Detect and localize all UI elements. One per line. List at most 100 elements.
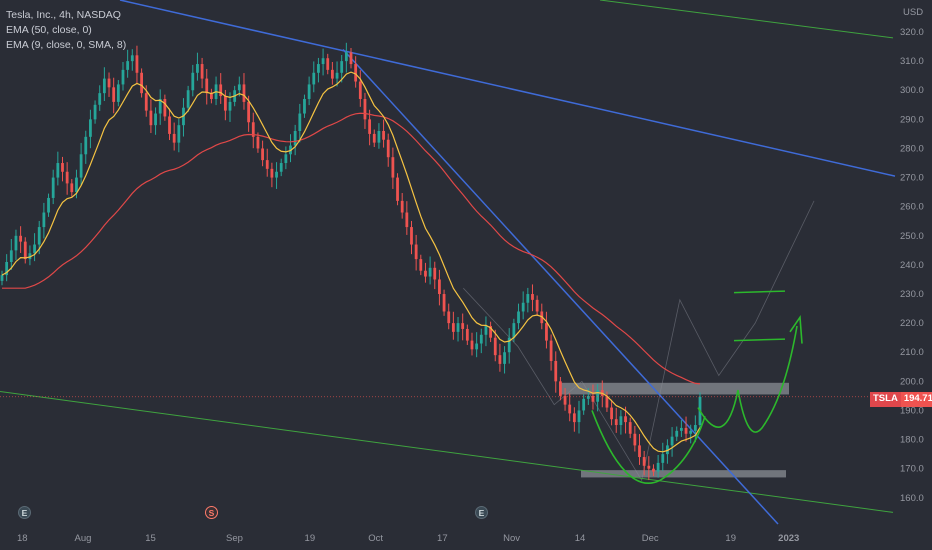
candle: [684, 416, 688, 442]
time-tick-label: 19: [305, 533, 316, 544]
candle: [456, 317, 460, 342]
candle-body: [628, 422, 632, 434]
candle: [84, 130, 88, 164]
candle: [312, 61, 316, 93]
candle-body: [689, 430, 693, 434]
candle-body: [51, 177, 55, 198]
candle-body: [196, 64, 199, 73]
candle-body: [261, 148, 264, 161]
split-event-icon[interactable]: S: [205, 506, 218, 519]
candle: [633, 425, 637, 452]
candle: [289, 134, 292, 163]
time-tick-label: 14: [575, 533, 586, 544]
candle-body: [391, 157, 395, 178]
candle: [121, 62, 125, 91]
candle: [582, 394, 586, 415]
candle-body: [517, 311, 520, 324]
candle-body: [149, 110, 153, 126]
candle: [438, 269, 441, 306]
ema50-line: [2, 112, 701, 385]
candle-body: [298, 113, 302, 131]
candle: [661, 442, 665, 471]
candle: [535, 295, 539, 316]
candle: [391, 147, 395, 189]
candle-body: [84, 136, 88, 155]
candle-body: [307, 84, 311, 99]
candle: [275, 162, 278, 189]
candle: [154, 107, 157, 135]
candle: [130, 49, 134, 71]
candle-body: [23, 241, 27, 260]
candle: [410, 220, 413, 255]
time-tick-label: 17: [437, 533, 448, 544]
candle: [14, 229, 18, 260]
candle: [284, 146, 288, 170]
price-chart[interactable]: USD 160.0 170.0 180.0 190.0 200.0 210.0 220.0 23…: [0, 0, 932, 550]
candle: [605, 391, 609, 412]
time-tick-label: 2023: [778, 533, 799, 544]
earnings-event-icon[interactable]: E: [18, 506, 31, 519]
candle-body: [610, 407, 613, 420]
candle-body: [563, 395, 567, 405]
candle-body: [559, 381, 562, 396]
candle: [354, 56, 358, 88]
candle: [293, 124, 297, 156]
candle: [358, 70, 362, 107]
time-tick-label: 18: [17, 533, 28, 544]
candle-body: [130, 55, 134, 62]
price-tick-label: 280.0: [900, 143, 924, 154]
candle-body: [312, 72, 316, 85]
price-tick-label: 230.0: [900, 289, 924, 300]
time-tick-label: Sep: [226, 533, 243, 544]
time-tick-label: 15: [145, 533, 156, 544]
candle: [610, 399, 613, 426]
candle-body: [377, 131, 381, 143]
candle: [158, 89, 162, 125]
candle: [51, 169, 55, 205]
candle-body: [368, 119, 372, 134]
candle-body: [140, 72, 143, 94]
candle: [568, 393, 572, 422]
time-tick-label: 19: [725, 533, 736, 544]
candle-body: [531, 294, 534, 300]
candle: [107, 72, 111, 97]
candle: [465, 324, 469, 345]
candle: [396, 173, 399, 206]
candle: [372, 129, 376, 148]
candle-body: [614, 419, 618, 426]
candle: [507, 328, 511, 364]
price-tick-label: 270.0: [900, 173, 924, 184]
candle-body: [675, 430, 679, 437]
candle: [163, 94, 167, 121]
currency-label: USD: [903, 7, 923, 18]
candle: [61, 156, 64, 182]
chart-legend: Tesla, Inc., 4h, NASDAQ EMA (50, close, …: [6, 8, 126, 53]
candle: [670, 427, 674, 457]
lower-channel-line: [0, 391, 894, 513]
candle-body: [75, 177, 78, 193]
price-tag-symbol: TSLA: [870, 392, 901, 407]
price-tick-label: 320.0: [900, 27, 924, 38]
candle: [498, 343, 502, 372]
candle: [531, 284, 534, 312]
candle-body: [586, 395, 590, 399]
candle-body: [121, 69, 125, 85]
candle: [116, 80, 120, 107]
candle-body: [223, 96, 227, 111]
price-tick-label: 300.0: [900, 85, 924, 96]
candle: [447, 303, 451, 330]
earnings-event-icon[interactable]: E: [475, 506, 488, 519]
candle-body: [624, 416, 627, 423]
candle: [223, 89, 227, 121]
candle: [382, 119, 385, 148]
candle: [451, 311, 455, 340]
candle-body: [484, 326, 488, 335]
candle: [270, 162, 274, 188]
candle-body: [354, 64, 358, 82]
candle-body: [503, 352, 506, 364]
candle: [442, 289, 446, 316]
candle: [321, 48, 325, 76]
candle: [56, 151, 60, 186]
candle-body: [293, 131, 297, 146]
upper-channel-line: [599, 0, 894, 39]
